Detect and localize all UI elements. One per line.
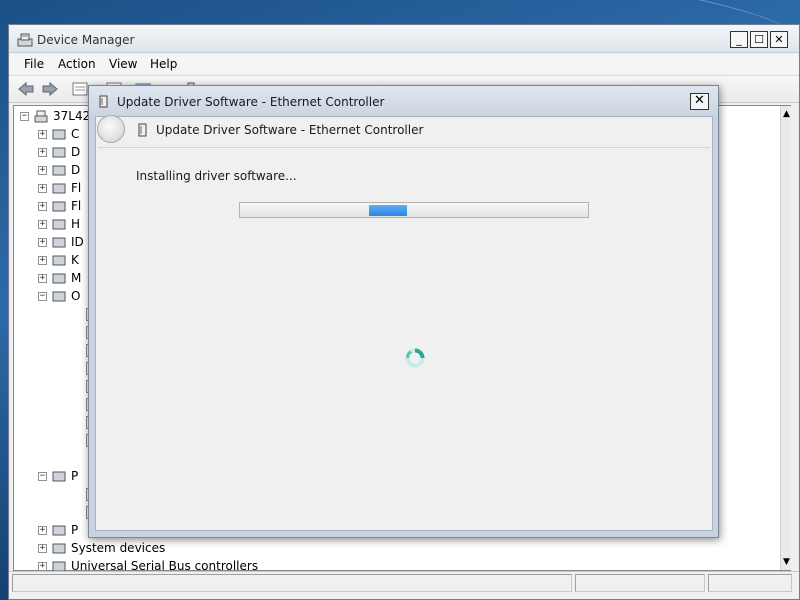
install-status-text: Installing driver software... (136, 169, 297, 183)
scroll-down-arrow-icon[interactable]: ▼ (781, 554, 792, 570)
device-manager-titlebar[interactable]: Device Manager _ ☐ ✕ (9, 25, 799, 53)
expand-toggle-icon[interactable]: + (38, 165, 47, 175)
expand-toggle-icon[interactable]: + (38, 237, 47, 247)
menu-help[interactable]: Help (150, 57, 177, 71)
tree-category-row[interactable]: − O (38, 288, 80, 304)
tree-category-label: Fl (71, 181, 82, 195)
vertical-scrollbar[interactable]: ▲ ▼ (780, 106, 791, 570)
minimize-icon: _ (736, 33, 742, 46)
dialog-titlebar[interactable]: Update Driver Software - Ethernet Contro… (89, 86, 718, 116)
menu-file[interactable]: File (24, 57, 44, 71)
properties-icon[interactable] (71, 81, 89, 97)
keyboard-icon (52, 255, 66, 265)
close-button[interactable]: ✕ (770, 31, 788, 48)
device-manager-icon (17, 33, 33, 47)
dialog-body: Update Driver Software - Ethernet Contro… (95, 115, 713, 531)
tree-category-row[interactable]: + ID (38, 234, 84, 250)
expand-toggle-icon[interactable]: + (38, 129, 47, 139)
update-driver-dialog: Update Driver Software - Ethernet Contro… (88, 85, 719, 538)
expand-toggle-icon[interactable]: + (38, 201, 47, 211)
expand-toggle-icon[interactable]: + (38, 219, 47, 229)
tree-category-label: P (71, 469, 79, 483)
expand-toggle-icon[interactable]: + (38, 525, 47, 535)
tree-category-row[interactable]: + D (38, 162, 80, 178)
tree-category-row[interactable]: + H (38, 216, 80, 232)
tree-root-label: 37L42 (53, 109, 91, 123)
expand-toggle-icon[interactable]: + (38, 273, 47, 283)
tree-category-label: O (71, 289, 81, 303)
tree-category-label: Fl (71, 199, 82, 213)
dialog-header: Update Driver Software - Ethernet Contro… (96, 115, 712, 147)
display-adapter-icon (52, 165, 66, 175)
dialog-content: Installing driver software... (98, 147, 710, 529)
status-pane-main (12, 574, 572, 592)
computer-icon (52, 129, 66, 139)
device-manager-title: Device Manager (37, 33, 135, 47)
tree-category-label: H (71, 217, 81, 231)
dialog-header-title: Update Driver Software - Ethernet Contro… (156, 123, 424, 137)
processor-icon (52, 525, 66, 535)
tree-category-label: System devices (71, 541, 166, 555)
tree-category-row[interactable]: + D (38, 144, 80, 160)
tree-category-label: D (71, 145, 81, 159)
expand-toggle-icon[interactable]: + (38, 543, 47, 553)
other-devices-icon (52, 291, 66, 301)
system-devices-icon (52, 543, 66, 553)
collapse-toggle-icon[interactable]: − (38, 291, 47, 301)
tree-category-row[interactable]: + K (38, 252, 79, 268)
dialog-title: Update Driver Software - Ethernet Contro… (117, 95, 385, 109)
tree-category-row[interactable]: + System devices (38, 540, 165, 556)
ethernet-device-icon (138, 123, 147, 137)
ide-controller-icon (52, 237, 66, 247)
tree-category-row[interactable]: + Fl (38, 180, 81, 196)
expand-toggle-icon[interactable]: + (38, 255, 47, 265)
menu-view[interactable]: View (109, 57, 137, 71)
tree-root[interactable]: − 37L42 (20, 108, 90, 124)
tree-category-label: ID (71, 235, 84, 249)
port-icon (52, 471, 66, 481)
tree-category-row[interactable]: + P (38, 522, 78, 538)
collapse-toggle-icon[interactable]: − (20, 111, 29, 121)
expand-toggle-icon[interactable]: + (38, 561, 47, 571)
mouse-icon (52, 273, 66, 283)
tree-category-row[interactable]: + M (38, 270, 81, 286)
collapse-toggle-icon[interactable]: − (38, 471, 47, 481)
install-progress-bar (239, 202, 589, 218)
tree-category-label: P (71, 523, 79, 537)
tree-category-label: D (71, 163, 81, 177)
status-pane-secondary (575, 574, 705, 592)
computer-icon (34, 110, 48, 122)
close-icon: ✕ (694, 93, 705, 108)
scroll-up-arrow-icon[interactable]: ▲ (781, 106, 792, 122)
floppy-disk-icon (52, 183, 66, 193)
tree-category-label: K (71, 253, 79, 267)
tree-category-label: C (71, 127, 80, 141)
status-bar (9, 571, 799, 599)
dialog-close-button[interactable]: ✕ (690, 93, 709, 110)
floppy-controller-icon (52, 201, 66, 211)
disk-drive-icon (52, 147, 66, 157)
tree-category-row[interactable]: + Fl (38, 198, 81, 214)
close-icon: ✕ (774, 33, 784, 46)
expand-toggle-icon[interactable]: + (38, 147, 47, 157)
maximize-button[interactable]: ☐ (750, 31, 768, 48)
hid-icon (52, 219, 66, 229)
expand-toggle-icon[interactable]: + (38, 183, 47, 193)
tree-category-row[interactable]: − P (38, 468, 78, 484)
back-button[interactable] (97, 115, 125, 143)
tree-category-label: M (71, 271, 82, 285)
busy-spinner-icon (405, 348, 425, 368)
minimize-button[interactable]: _ (730, 31, 748, 48)
progress-indicator (369, 205, 407, 216)
status-pane-tertiary (708, 574, 792, 592)
forward-arrow-icon[interactable] (41, 81, 59, 97)
menu-bar: File Action View Help (9, 54, 799, 74)
menu-action[interactable]: Action (58, 57, 96, 71)
tree-category-row[interactable]: + C (38, 126, 79, 142)
back-arrow-icon[interactable] (17, 81, 35, 97)
maximize-icon: ☐ (754, 33, 764, 46)
ethernet-device-icon (99, 95, 108, 108)
